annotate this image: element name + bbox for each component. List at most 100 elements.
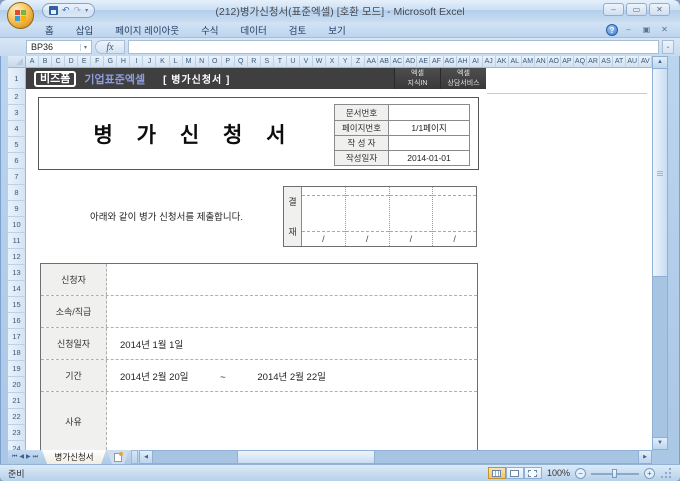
approval-column[interactable]: / bbox=[389, 187, 434, 246]
column-header[interactable]: AN bbox=[534, 56, 548, 68]
vertical-scroll-thumb[interactable] bbox=[653, 69, 667, 277]
row-header[interactable]: 2 bbox=[8, 89, 26, 105]
column-header[interactable]: G bbox=[104, 56, 118, 68]
restore-button[interactable]: ▭ bbox=[626, 3, 647, 16]
qat-customize-dropdown-icon[interactable]: ▾ bbox=[85, 7, 88, 14]
page-break-view-button[interactable] bbox=[523, 467, 542, 479]
resize-grip[interactable] bbox=[660, 467, 672, 479]
help-icon[interactable]: ? bbox=[606, 24, 618, 36]
row-header[interactable]: 12 bbox=[8, 249, 26, 265]
ribbon-tab[interactable]: 수식 bbox=[190, 22, 229, 37]
office-button[interactable] bbox=[7, 2, 34, 29]
column-header[interactable]: AH bbox=[456, 56, 470, 68]
row-header[interactable]: 3 bbox=[8, 105, 26, 121]
column-header[interactable]: B bbox=[39, 56, 53, 68]
zoom-slider[interactable] bbox=[591, 468, 639, 479]
redo-icon[interactable]: ↷ bbox=[74, 6, 82, 15]
column-header[interactable]: J bbox=[143, 56, 157, 68]
scroll-down-icon[interactable]: ▼ bbox=[653, 437, 667, 449]
row-value[interactable]: 2014년 1월 1일 bbox=[107, 328, 477, 359]
save-icon[interactable] bbox=[49, 6, 58, 15]
formula-input[interactable] bbox=[128, 40, 659, 54]
column-header[interactable]: AD bbox=[404, 56, 418, 68]
row-header[interactable]: 15 bbox=[8, 297, 26, 313]
formula-bar-expand-icon[interactable]: ⌄ bbox=[662, 40, 674, 54]
sheet-tab-active[interactable]: 병가신청서 bbox=[42, 450, 106, 464]
approval-column[interactable]: / bbox=[433, 187, 476, 246]
column-header[interactable]: U bbox=[286, 56, 300, 68]
row-header[interactable]: 5 bbox=[8, 137, 26, 153]
name-box-dropdown-icon[interactable]: ▾ bbox=[79, 43, 87, 51]
doc-info-value[interactable] bbox=[389, 136, 469, 150]
prev-sheet-icon[interactable]: ◀ bbox=[19, 452, 24, 462]
column-header[interactable]: AS bbox=[600, 56, 614, 68]
column-header[interactable]: C bbox=[52, 56, 66, 68]
scroll-up-icon[interactable]: ▲ bbox=[653, 57, 667, 69]
row-header[interactable]: 14 bbox=[8, 281, 26, 297]
row-header[interactable]: 16 bbox=[8, 313, 26, 329]
column-header[interactable]: AB bbox=[378, 56, 392, 68]
row-header[interactable]: 1 bbox=[8, 68, 26, 89]
first-sheet-icon[interactable]: ⏮ bbox=[12, 452, 17, 462]
column-header[interactable]: Y bbox=[339, 56, 353, 68]
row-header[interactable]: 11 bbox=[8, 233, 26, 249]
row-header[interactable]: 6 bbox=[8, 153, 26, 169]
column-header[interactable]: AM bbox=[521, 56, 535, 68]
column-header[interactable]: N bbox=[195, 56, 209, 68]
column-header[interactable]: AQ bbox=[573, 56, 588, 68]
column-header[interactable]: AP bbox=[560, 56, 574, 68]
column-header[interactable]: R bbox=[247, 56, 261, 68]
column-header[interactable]: W bbox=[313, 56, 327, 68]
column-header[interactable]: AT bbox=[613, 56, 627, 68]
column-header[interactable]: A bbox=[26, 56, 40, 68]
scroll-left-icon[interactable]: ◀ bbox=[140, 451, 154, 463]
undo-icon[interactable]: ↶ bbox=[62, 6, 70, 15]
column-header[interactable]: AK bbox=[495, 56, 509, 68]
column-header[interactable]: AF bbox=[430, 56, 444, 68]
row-header[interactable]: 18 bbox=[8, 345, 26, 361]
row-header[interactable]: 24 bbox=[8, 441, 26, 450]
column-header[interactable]: S bbox=[260, 56, 274, 68]
ribbon-tab[interactable]: 검토 bbox=[278, 22, 317, 37]
row-header[interactable]: 20 bbox=[8, 377, 26, 393]
ribbon-tab[interactable]: 홈 bbox=[34, 22, 65, 37]
workbook-minimize-button[interactable]: – bbox=[621, 25, 636, 36]
insert-function-button[interactable]: fx bbox=[95, 40, 125, 54]
column-header[interactable]: AJ bbox=[482, 56, 496, 68]
column-header[interactable]: AI bbox=[469, 56, 483, 68]
select-all-corner[interactable] bbox=[8, 56, 26, 68]
ribbon-tab[interactable]: 삽입 bbox=[65, 22, 104, 37]
row-header[interactable]: 4 bbox=[8, 121, 26, 137]
zoom-slider-thumb[interactable] bbox=[612, 468, 617, 478]
column-header[interactable]: AE bbox=[417, 56, 431, 68]
last-sheet-icon[interactable]: ⏭ bbox=[33, 452, 38, 462]
row-header[interactable]: 9 bbox=[8, 201, 26, 217]
row-value[interactable] bbox=[107, 296, 477, 327]
zoom-level[interactable]: 100% bbox=[547, 468, 570, 478]
banner-link-button[interactable]: 엑셀 상담서비스 bbox=[440, 68, 486, 89]
next-sheet-icon[interactable]: ▶ bbox=[26, 452, 31, 462]
scroll-right-icon[interactable]: ▶ bbox=[638, 451, 651, 463]
row-header[interactable]: 10 bbox=[8, 217, 26, 233]
approval-column[interactable]: / bbox=[345, 187, 390, 246]
sheet-grid[interactable]: 비즈폼 기업표준엑셀 [ 병가신청서 ] 엑셀 지식IN 엑셀 상담서비스 병 … bbox=[26, 68, 652, 450]
column-header[interactable]: O bbox=[208, 56, 222, 68]
ribbon-tab[interactable]: 보기 bbox=[317, 22, 356, 37]
name-box[interactable]: BP36 ▾ bbox=[26, 40, 92, 54]
minimize-button[interactable]: – bbox=[603, 3, 624, 16]
banner-link-button[interactable]: 엑셀 지식IN bbox=[394, 68, 440, 89]
column-header[interactable]: AA bbox=[365, 56, 379, 68]
workbook-restore-button[interactable]: ▣ bbox=[639, 25, 654, 36]
column-header[interactable]: AU bbox=[626, 56, 640, 68]
column-header[interactable]: V bbox=[299, 56, 314, 68]
column-header[interactable]: AG bbox=[443, 56, 457, 68]
row-header[interactable]: 17 bbox=[8, 329, 26, 345]
column-header[interactable]: D bbox=[65, 56, 79, 68]
row-value[interactable] bbox=[107, 392, 477, 450]
zoom-out-icon[interactable]: − bbox=[575, 467, 586, 479]
column-header[interactable]: X bbox=[326, 56, 340, 68]
normal-view-button[interactable] bbox=[487, 467, 506, 479]
column-header[interactable]: E bbox=[78, 56, 92, 68]
vertical-scrollbar[interactable]: ▲ ▼ bbox=[652, 56, 668, 450]
column-header[interactable]: Q bbox=[234, 56, 248, 68]
